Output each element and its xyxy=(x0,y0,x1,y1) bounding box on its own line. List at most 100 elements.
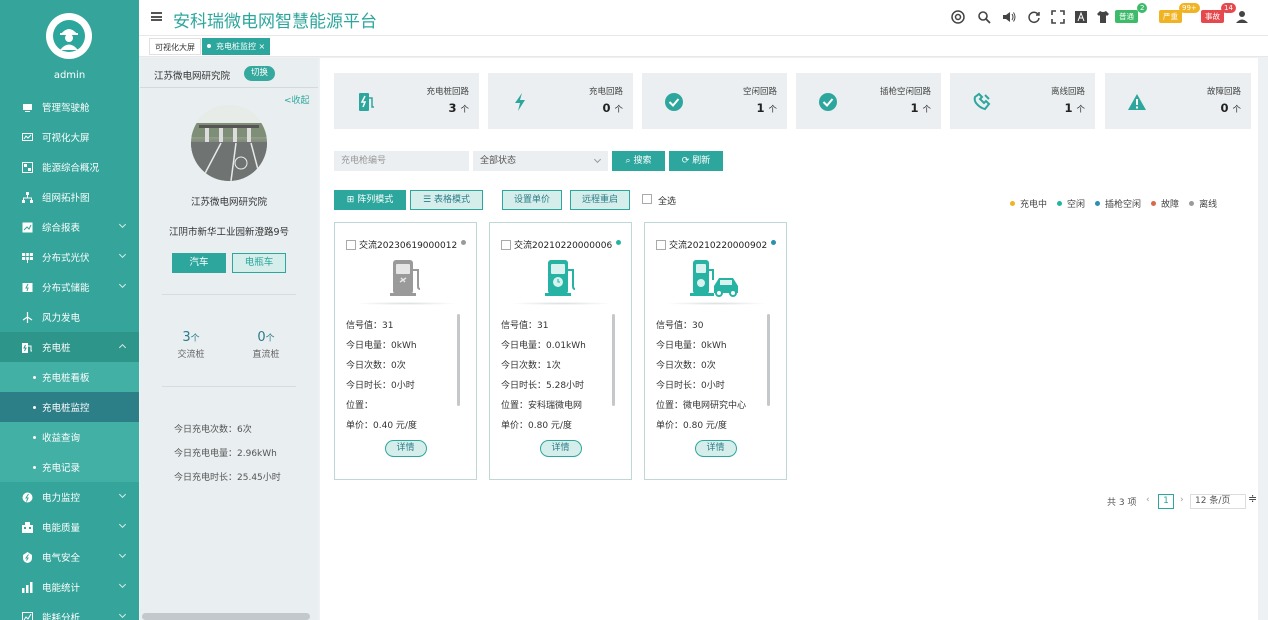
status-select[interactable]: 全部状态 xyxy=(473,151,608,171)
pile-card[interactable]: 交流20230619000012 信号值：31 今日电量：0kWh 今日次数：0… xyxy=(334,222,477,480)
power-monitor-icon xyxy=(22,492,33,503)
page-number-current[interactable]: 1 xyxy=(1158,494,1174,509)
refresh-button[interactable]: ⟳ 刷新 xyxy=(669,151,723,171)
pile-energy: 今日电量：0.01kWh xyxy=(501,341,586,351)
info-scrollbar[interactable] xyxy=(612,314,615,406)
pile-checkbox[interactable] xyxy=(501,239,511,250)
pile-energy: 今日电量：0kWh xyxy=(656,341,727,351)
analysis-icon xyxy=(22,611,33,620)
sidebar-subitem-records[interactable]: 充电记录 xyxy=(0,452,139,482)
alarm-accident-badge[interactable]: 事故 xyxy=(1201,10,1224,23)
chevron-down-icon xyxy=(593,155,602,164)
sidebar-item-energy-overview[interactable]: 能源综合概况 xyxy=(0,152,139,182)
pile-detail-button[interactable]: 详情 xyxy=(694,440,737,457)
app-title: 安科瑞微电网智慧能源平台 xyxy=(173,12,377,32)
app-root: admin 管理驾驶舱 可视化大屏 能源综合概况 组网拓扑图 综合报表 分布式光… xyxy=(0,0,1268,620)
collapse-button[interactable]: <收起 xyxy=(284,93,310,106)
volume-icon[interactable] xyxy=(1002,10,1016,24)
table-mode-button[interactable]: ☰ 表格模式 xyxy=(410,190,483,210)
pagination-total: 共 3 项 xyxy=(1107,498,1137,508)
worker-avatar-icon xyxy=(53,20,85,52)
sidebar-subitem-monitor[interactable]: 充电桩监控 xyxy=(0,392,139,422)
set-price-button[interactable]: 设置单价 xyxy=(502,190,562,210)
pile-detail-button[interactable]: 详情 xyxy=(384,440,427,457)
pile-card[interactable]: 交流20210220000902 信号值：30 今日电量：0kWh 今日次数：0… xyxy=(644,222,787,480)
sidebar-item-power-quality[interactable]: 电能质量 xyxy=(0,512,139,542)
sidebar-item-topology[interactable]: 组网拓扑图 xyxy=(0,182,139,212)
bullet-icon xyxy=(33,435,36,439)
pile-code-input[interactable]: 充电枪编号 xyxy=(334,151,469,171)
info-scrollbar[interactable] xyxy=(767,314,770,406)
pile-id: 交流20210220000902 xyxy=(669,241,768,251)
tab-bigscreen[interactable]: 可视化大屏 xyxy=(149,38,201,55)
info-scrollbar[interactable] xyxy=(457,314,460,406)
legend-fault: 故障 xyxy=(1151,197,1179,210)
pile-detail-button[interactable]: 详情 xyxy=(539,440,582,457)
legend-idle: 空闲 xyxy=(1057,197,1085,210)
search-button[interactable]: ⌕ 搜索 xyxy=(612,151,665,171)
sidebar-item-charging[interactable]: 充电桩 xyxy=(0,332,139,362)
pile-duration: 今日时长：0小时 xyxy=(656,381,725,391)
select-all-checkbox[interactable] xyxy=(642,194,652,204)
close-tab-icon[interactable]: × xyxy=(259,42,266,51)
topology-icon xyxy=(22,191,33,203)
bullet-icon xyxy=(33,375,36,379)
sidebar-item-energy-stats[interactable]: 电能统计 xyxy=(0,572,139,602)
select-all-label: 全选 xyxy=(658,197,677,207)
alarm-prompt-count: 2 xyxy=(1137,3,1148,13)
sidebar-item-electrical-safety[interactable]: 电气安全 xyxy=(0,542,139,572)
sidebar-item-pv[interactable]: 分布式光伏 xyxy=(0,242,139,272)
pile-location: 位置： xyxy=(346,401,374,411)
sidebar-item-bigscreen[interactable]: 可视化大屏 xyxy=(0,122,139,152)
user-icon[interactable] xyxy=(1235,10,1249,24)
prev-page-icon[interactable]: ‹ xyxy=(1146,495,1150,505)
pile-price: 单价：0.80 元/度 xyxy=(501,421,572,431)
array-mode-button[interactable]: ⊞ 阵列模式 xyxy=(334,190,406,210)
alarm-prompt-badge[interactable]: 普通 xyxy=(1115,10,1138,23)
pile-location: 位置：微电网研究中心 xyxy=(656,401,747,411)
sidebar-subitem-revenue[interactable]: 收益查询 xyxy=(0,422,139,452)
pile-checkbox[interactable] xyxy=(656,239,666,250)
fullscreen-icon[interactable] xyxy=(1051,10,1065,24)
car-type-button[interactable]: 汽车 xyxy=(172,253,226,273)
dc-pile-label: 直流桩 xyxy=(252,350,280,360)
ebike-type-button[interactable]: 电瓶车 xyxy=(232,253,286,273)
panel-scrollbar[interactable] xyxy=(142,613,310,620)
switch-org-button[interactable]: 切换 xyxy=(244,66,275,81)
chevron-down-icon xyxy=(118,520,127,529)
sidebar-item-cockpit[interactable]: 管理驾驶舱 xyxy=(0,92,139,122)
alarm-serious-badge[interactable]: 严重 xyxy=(1159,10,1182,23)
refresh-icon[interactable] xyxy=(1027,10,1041,24)
pile-checkbox[interactable] xyxy=(346,239,356,250)
bullet-icon xyxy=(33,405,36,409)
next-page-icon[interactable]: › xyxy=(1180,495,1184,505)
sidebar-item-wind[interactable]: 风力发电 xyxy=(0,302,139,332)
pile-card[interactable]: 交流20210220000006 信号值：31 今日电量：0.01kWh 今日次… xyxy=(489,222,632,480)
theme-shirt-icon[interactable] xyxy=(1096,10,1110,24)
font-size-icon[interactable] xyxy=(1074,10,1088,24)
warning-icon xyxy=(1127,92,1147,112)
report-icon xyxy=(22,222,33,233)
sidebar-item-power-monitor[interactable]: 电力监控 xyxy=(0,482,139,512)
sidebar-item-storage[interactable]: 分布式储能 xyxy=(0,272,139,302)
sidebar-subitem-dashboard[interactable]: 充电桩看板 xyxy=(0,362,139,392)
help-icon[interactable] xyxy=(951,10,965,24)
pile-price: 单价：0.40 元/度 xyxy=(346,421,417,431)
filter-settings-icon[interactable]: ≑ xyxy=(1248,492,1257,505)
status-dot xyxy=(461,240,466,245)
ac-pile-label: 交流桩 xyxy=(177,350,205,360)
charger-offline-icon xyxy=(385,258,431,298)
user-avatar[interactable] xyxy=(46,13,92,59)
page-size-select[interactable]: 12 条/页 xyxy=(1190,494,1246,509)
sidebar-item-reports[interactable]: 综合报表 xyxy=(0,212,139,242)
offline-plug-icon xyxy=(972,92,992,112)
pile-energy: 今日电量：0kWh xyxy=(346,341,417,351)
status-dot xyxy=(1151,201,1157,206)
remote-restart-button[interactable]: 远程重启 xyxy=(570,190,630,210)
charging-submenu: 充电桩看板 充电桩监控 收益查询 充电记录 xyxy=(0,362,139,482)
pile-times: 今日次数：0次 xyxy=(346,361,406,371)
tab-charging-monitor[interactable]: 充电桩监控 × xyxy=(202,38,271,55)
sidebar-item-consumption[interactable]: 能耗分析 xyxy=(0,602,139,620)
menu-toggle-icon[interactable] xyxy=(151,12,162,21)
search-icon[interactable] xyxy=(977,10,991,24)
